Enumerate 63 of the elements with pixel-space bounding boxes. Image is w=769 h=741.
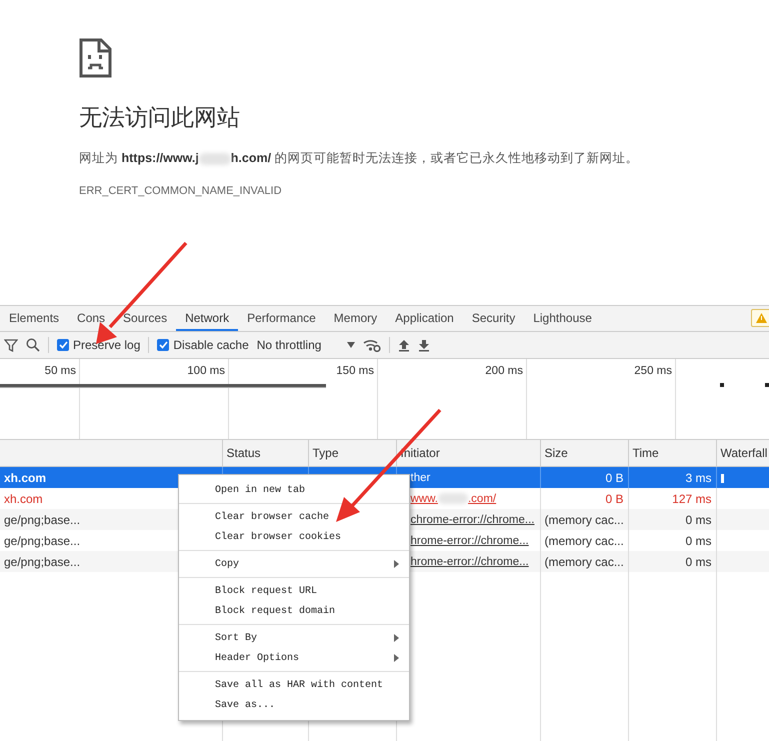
devtools-tab[interactable]: Performance: [238, 306, 325, 331]
timeline-tick: 150 ms: [336, 365, 374, 377]
menu-item[interactable]: Copy: [179, 554, 409, 574]
checkbox[interactable]: [57, 339, 69, 351]
menu-item[interactable]: Save as...: [179, 695, 409, 715]
upload-icon[interactable]: [398, 338, 410, 352]
timeline-tick: 50 ms: [44, 365, 76, 377]
column-header[interactable]: Time: [632, 446, 659, 460]
table-cell: 0 ms: [685, 554, 712, 568]
submenu-arrow-icon: [394, 634, 399, 642]
network-conditions-icon[interactable]: [363, 338, 382, 352]
table-cell: 0 B: [605, 492, 624, 506]
sad-page-icon: [79, 38, 112, 78]
checkbox[interactable]: [157, 339, 170, 351]
search-icon[interactable]: [26, 338, 40, 352]
menu-item[interactable]: Header Options: [179, 648, 409, 668]
download-icon[interactable]: [418, 338, 430, 352]
error-title: 无法访问此网站: [79, 103, 240, 132]
timeline-tick: 100 ms: [187, 365, 225, 377]
devtools-tab[interactable]: Cons: [68, 306, 114, 331]
filter-icon[interactable]: [4, 338, 18, 352]
table-cell: 0 ms: [685, 534, 712, 548]
menu-item[interactable]: Save all as HAR with content: [179, 675, 409, 695]
devtools-tab[interactable]: Sources: [114, 306, 176, 331]
table-cell: 3 ms: [685, 470, 712, 484]
table-cell: ge/png;base...: [4, 534, 80, 548]
devtools-tab[interactable]: Elements: [0, 306, 68, 331]
error-message: 网址为 https://www.j h.com/ 的网页可能暂时无法连接，或者它已永久性地移动到了新网址。: [79, 150, 639, 167]
devtools-tab[interactable]: Memory: [324, 306, 386, 331]
menu-item[interactable]: Block request URL: [179, 581, 409, 601]
waterfall-bar: [720, 474, 724, 483]
timeline-tick: 250 ms: [634, 365, 672, 377]
checkbox-label: Preserve log: [73, 338, 140, 352]
table-cell: (memory cac...: [544, 534, 624, 548]
menu-item[interactable]: Clear browser cookies: [179, 527, 409, 547]
table-cell: xh.com: [4, 492, 43, 506]
devtools-tab[interactable]: Lighthouse: [524, 306, 601, 331]
column-header[interactable]: Size: [544, 446, 568, 460]
caret-icon: [347, 342, 356, 348]
table-cell: ge/png;base...: [4, 554, 80, 568]
submenu-arrow-icon: [394, 654, 399, 662]
menu-item[interactable]: Sort By: [179, 628, 409, 648]
table-cell: 0 ms: [685, 512, 712, 526]
throttling-dropdown[interactable]: No throttling: [256, 338, 356, 352]
table-cell: ge/png;base...: [4, 512, 80, 526]
devtools-tab[interactable]: Security: [462, 306, 524, 331]
error-code: ERR_CERT_COMMON_NAME_INVALID: [79, 185, 282, 197]
table-cell: 0 B: [605, 470, 624, 484]
table-cell: (memory cac...: [544, 554, 624, 568]
table-cell: xh.com: [4, 470, 46, 484]
table-cell: 127 ms: [672, 492, 712, 506]
menu-item[interactable]: Clear browser cache: [179, 507, 409, 527]
checkbox-label: Disable cache: [173, 338, 249, 352]
timeline-tick: 200 ms: [485, 365, 523, 377]
devtools-tab[interactable]: Application: [386, 306, 463, 331]
table-cell: ther: [410, 472, 430, 484]
initiator-link[interactable]: www. .com/: [410, 492, 496, 504]
initiator-link[interactable]: hrome-error://chrome...: [410, 534, 529, 546]
table-cell: (memory cac...: [544, 512, 624, 526]
submenu-arrow-icon: [394, 560, 399, 568]
menu-item[interactable]: Block request domain: [179, 601, 409, 621]
column-header[interactable]: Initiator: [400, 446, 440, 460]
column-header[interactable]: Type: [312, 446, 339, 460]
